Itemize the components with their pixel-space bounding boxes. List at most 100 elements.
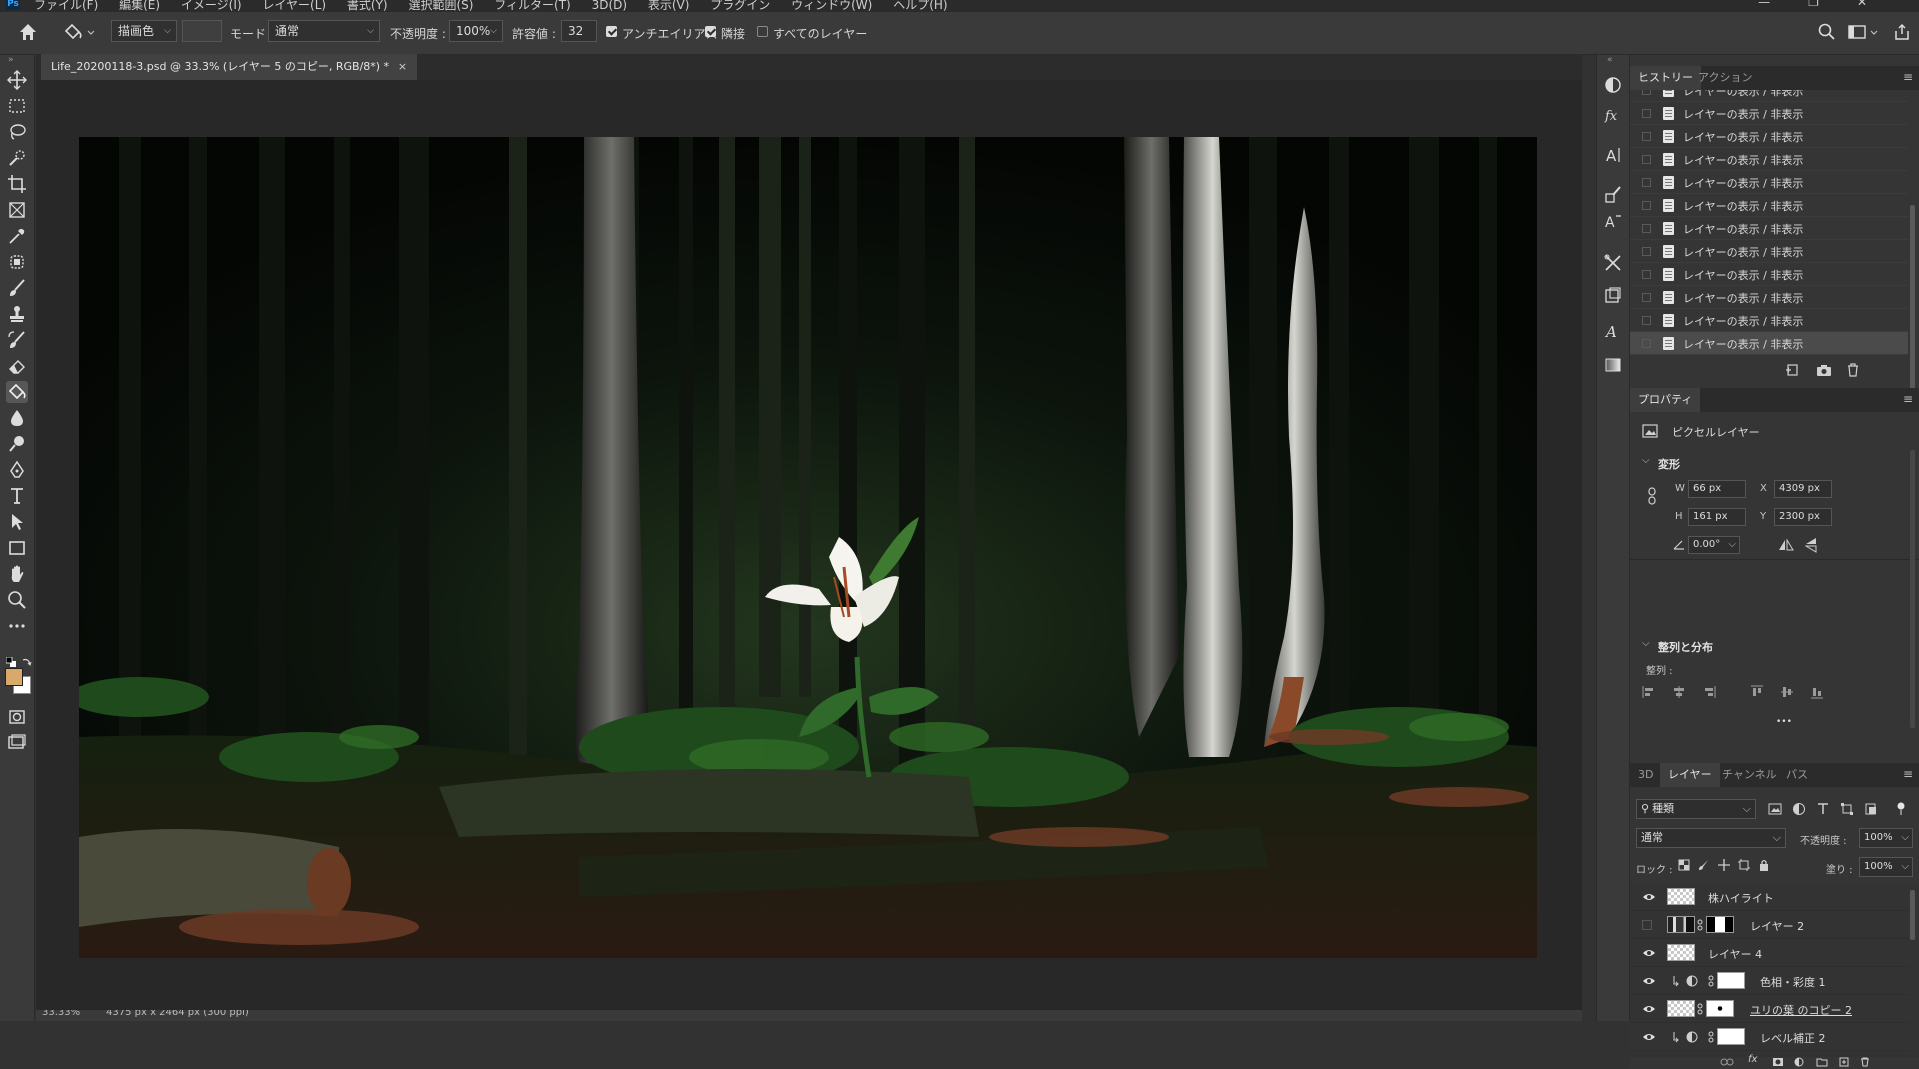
- all-layers-checkbox[interactable]: [757, 26, 768, 37]
- flip-horizontal-icon[interactable]: [1778, 539, 1794, 551]
- history-item[interactable]: レイヤーの表示 / 非表示: [1630, 286, 1908, 309]
- tab-actions[interactable]: アクション: [1690, 66, 1760, 90]
- menu-layer[interactable]: レイヤー(L): [262, 0, 326, 12]
- link-dimensions-icon[interactable]: [1647, 487, 1657, 505]
- align-center-icon[interactable]: [1672, 685, 1686, 699]
- tab-paths[interactable]: パス: [1778, 763, 1816, 787]
- more-options-button[interactable]: •••: [1776, 717, 1792, 727]
- rectangle-tool-icon[interactable]: [6, 537, 28, 559]
- adjustments-panel-icon[interactable]: [1602, 74, 1624, 96]
- menu-view[interactable]: 表示(V): [648, 0, 690, 12]
- menu-window[interactable]: ウィンドウ(W): [791, 0, 872, 12]
- history-item[interactable]: レイヤーの表示 / 非表示: [1630, 309, 1908, 332]
- tab-3d[interactable]: 3D: [1630, 763, 1661, 787]
- properties-panel-menu-icon[interactable]: ≡: [1903, 392, 1913, 406]
- menu-image[interactable]: イメージ(I): [181, 0, 242, 12]
- menu-type[interactable]: 書式(Y): [347, 0, 388, 12]
- history-brush-tool-icon[interactable]: [6, 329, 28, 351]
- brush-settings-panel-icon[interactable]: [1602, 184, 1624, 206]
- filter-pixel-icon[interactable]: [1768, 802, 1782, 816]
- tolerance-input[interactable]: 32: [561, 20, 597, 42]
- swap-colors-icon[interactable]: [22, 657, 32, 667]
- document-tab[interactable]: Life_20200118-3.psd @ 33.3% (レイヤー 5 のコピー…: [41, 54, 418, 80]
- history-item[interactable]: レイヤーの表示 / 非表示: [1630, 148, 1908, 171]
- layer-row[interactable]: レベル補正 2: [1630, 1023, 1908, 1051]
- layers-scrollbar[interactable]: [1910, 890, 1915, 940]
- layer-style-icon[interactable]: fx: [1748, 1054, 1757, 1065]
- layer-fill-input[interactable]: 100% ⌵: [1859, 857, 1913, 877]
- layer-row[interactable]: レイヤー 2: [1630, 911, 1908, 939]
- restore-button[interactable]: ❐: [1808, 0, 1857, 9]
- eyedropper-tool-icon[interactable]: [6, 225, 28, 247]
- history-item[interactable]: レイヤーの表示 / 非表示: [1630, 240, 1908, 263]
- new-group-icon[interactable]: [1816, 1057, 1828, 1067]
- search-icon[interactable]: [1817, 22, 1837, 42]
- align-top-icon[interactable]: [1750, 685, 1764, 699]
- align-chevron-icon[interactable]: ⌵: [1642, 638, 1650, 649]
- history-scrollbar[interactable]: [1910, 205, 1915, 405]
- lock-all-icon[interactable]: [1758, 859, 1770, 871]
- minimize-button[interactable]: —: [1758, 0, 1808, 9]
- filter-smart-object-icon[interactable]: [1864, 802, 1878, 816]
- pattern-picker[interactable]: [182, 20, 222, 42]
- history-item[interactable]: レイヤーの表示 / 非表示: [1630, 90, 1908, 102]
- tab-channels[interactable]: チャンネル: [1714, 763, 1785, 787]
- visibility-eye-icon[interactable]: [1642, 892, 1656, 902]
- delete-state-icon[interactable]: [1846, 363, 1860, 377]
- filter-type-icon[interactable]: [1816, 802, 1830, 816]
- more-tools-icon[interactable]: [6, 615, 28, 637]
- layer-filter-select[interactable]: ⚲ 種類 ⌵: [1636, 799, 1756, 819]
- layer-row[interactable]: 色相・彩度 1: [1630, 967, 1908, 995]
- menu-select[interactable]: 選択範囲(S): [408, 0, 473, 12]
- blend-mode-select[interactable]: 通常 ⌵: [1636, 828, 1786, 848]
- history-item[interactable]: レイヤーの表示 / 非表示: [1630, 102, 1908, 125]
- menu-plugins[interactable]: プラグイン: [710, 0, 770, 12]
- screen-mode-icon[interactable]: [6, 731, 28, 753]
- align-middle-icon[interactable]: [1780, 685, 1794, 699]
- lock-artboard-icon[interactable]: [1738, 859, 1750, 871]
- close-window-button[interactable]: ✕: [1857, 0, 1905, 9]
- clone-source-panel-icon[interactable]: [1602, 285, 1624, 307]
- angle-input[interactable]: 0.00° ⌵: [1688, 536, 1740, 554]
- share-icon[interactable]: [1892, 22, 1912, 42]
- path-selection-tool-icon[interactable]: [6, 511, 28, 533]
- document-canvas-image[interactable]: [79, 137, 1537, 958]
- fill-source-select[interactable]: 描画色 ⌵: [111, 20, 177, 42]
- paint-bucket-tool-icon[interactable]: [6, 381, 28, 403]
- properties-scrollbar[interactable]: [1910, 450, 1915, 728]
- menu-3d[interactable]: 3D(D): [592, 0, 627, 12]
- width-input[interactable]: 66 px: [1688, 480, 1746, 498]
- delete-layer-icon[interactable]: [1860, 1057, 1870, 1067]
- history-item[interactable]: レイヤーの表示 / 非表示: [1630, 217, 1908, 240]
- tools-preset-panel-icon[interactable]: [1602, 252, 1624, 274]
- healing-brush-tool-icon[interactable]: [6, 251, 28, 273]
- marquee-tool-icon[interactable]: [6, 95, 28, 117]
- blur-tool-icon[interactable]: [6, 407, 28, 429]
- camera-snapshot-icon[interactable]: [1816, 363, 1832, 377]
- x-input[interactable]: 4309 px: [1774, 480, 1832, 498]
- visibility-off-toggle[interactable]: [1642, 920, 1652, 930]
- menu-help[interactable]: ヘルプ(H): [893, 0, 947, 12]
- glyphs-panel-icon[interactable]: A: [1602, 320, 1624, 342]
- eraser-tool-icon[interactable]: [6, 355, 28, 377]
- align-bottom-icon[interactable]: [1810, 685, 1824, 699]
- character-panel-icon[interactable]: A: [1602, 144, 1624, 166]
- layer-row[interactable]: レイヤー 4: [1630, 939, 1908, 967]
- history-item-current[interactable]: レイヤーの表示 / 非表示: [1630, 332, 1908, 355]
- lock-transparent-pixels-icon[interactable]: [1678, 859, 1690, 871]
- filter-shape-icon[interactable]: [1840, 802, 1854, 816]
- history-item[interactable]: レイヤーの表示 / 非表示: [1630, 125, 1908, 148]
- paint-bucket-preset-icon[interactable]: [62, 21, 96, 43]
- new-layer-icon[interactable]: [1838, 1057, 1850, 1067]
- add-mask-icon[interactable]: [1772, 1057, 1784, 1067]
- opacity-input[interactable]: 100% ⌵: [449, 20, 503, 42]
- new-document-from-state-icon[interactable]: [1785, 363, 1801, 377]
- hand-tool-icon[interactable]: [6, 563, 28, 585]
- visibility-eye-icon[interactable]: [1642, 1032, 1656, 1042]
- mode-select[interactable]: 通常 ⌵: [268, 20, 380, 42]
- clone-stamp-tool-icon[interactable]: [6, 303, 28, 325]
- pen-tool-icon[interactable]: [6, 459, 28, 481]
- flip-vertical-icon[interactable]: [1805, 537, 1817, 553]
- lasso-tool-icon[interactable]: [6, 121, 28, 143]
- visibility-eye-icon[interactable]: [1642, 948, 1656, 958]
